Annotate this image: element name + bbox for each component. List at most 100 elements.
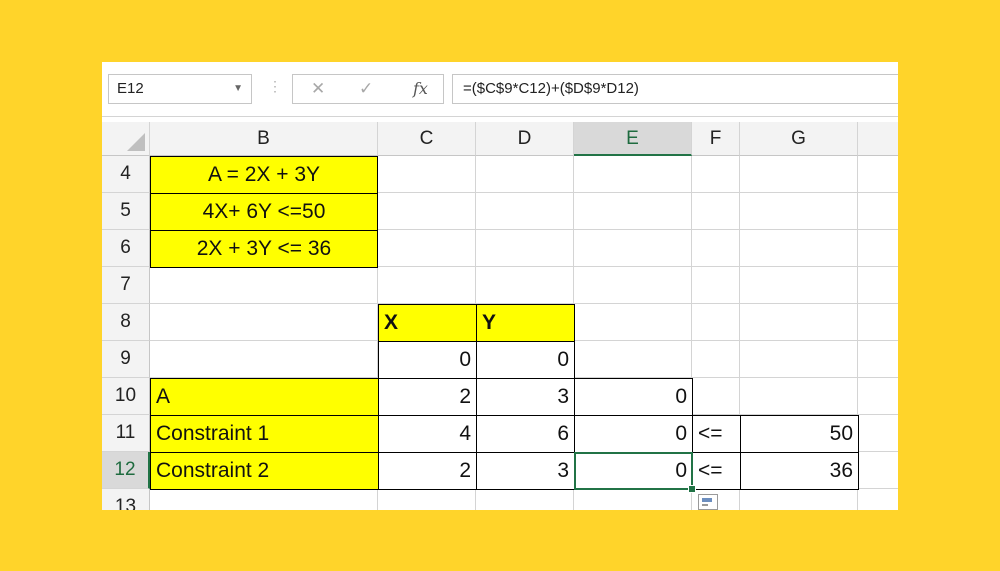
cell-d5[interactable] xyxy=(476,193,574,230)
cell-f5[interactable] xyxy=(692,193,740,230)
cell-d4[interactable] xyxy=(476,156,574,193)
cell-g6[interactable] xyxy=(740,230,858,267)
cell-b5[interactable]: 4X+ 6Y <=50 xyxy=(150,193,378,231)
cell-g4[interactable] xyxy=(740,156,858,193)
cell-f4[interactable] xyxy=(692,156,740,193)
cell-f7[interactable] xyxy=(692,267,740,304)
cell-e5[interactable] xyxy=(574,193,692,230)
cell-e7[interactable] xyxy=(574,267,692,304)
name-box-value: E12 xyxy=(117,80,144,97)
cell-c9[interactable]: 0 xyxy=(378,341,477,379)
cell-b6[interactable]: 2X + 3Y <= 36 xyxy=(150,230,378,268)
cell-b10[interactable]: A xyxy=(150,378,379,416)
cell-b4[interactable]: A = 2X + 3Y xyxy=(150,156,378,194)
cell-c10[interactable]: 2 xyxy=(378,378,477,416)
cell-d13[interactable] xyxy=(476,489,574,510)
cell-h5[interactable] xyxy=(858,193,898,230)
cell-h11[interactable] xyxy=(858,415,898,452)
check-icon[interactable]: ✓ xyxy=(359,75,373,103)
insert-function-icon[interactable]: fx xyxy=(413,75,428,103)
formula-buttons: ✕ ✓ fx xyxy=(292,74,444,104)
cell-b9[interactable] xyxy=(150,341,378,378)
cell-b11[interactable]: Constraint 1 xyxy=(150,415,379,453)
cell-e13[interactable] xyxy=(574,489,692,510)
cell-c4[interactable] xyxy=(378,156,476,193)
cell-c8[interactable]: X xyxy=(378,304,477,342)
cell-f10[interactable] xyxy=(692,378,740,415)
cell-b8[interactable] xyxy=(150,304,378,341)
cell-h4[interactable] xyxy=(858,156,898,193)
column-header-c[interactable]: C xyxy=(378,122,476,156)
cell-e10[interactable]: 0 xyxy=(574,378,693,416)
cell-g9[interactable] xyxy=(740,341,858,378)
chevron-down-icon[interactable]: ▼ xyxy=(233,75,243,103)
cell-h6[interactable] xyxy=(858,230,898,267)
formula-input[interactable]: =($C$9*C12)+($D$9*D12) xyxy=(452,74,898,104)
fill-handle[interactable] xyxy=(688,485,696,493)
cell-e11[interactable]: 0 xyxy=(574,415,693,453)
row-header-13[interactable]: 13 xyxy=(102,489,150,510)
column-header-h[interactable] xyxy=(858,122,898,156)
row-header-5[interactable]: 5 xyxy=(102,193,150,230)
column-header-g[interactable]: G xyxy=(740,122,858,156)
cell-h9[interactable] xyxy=(858,341,898,378)
spreadsheet-window: E12 ▼ ⋮ ✕ ✓ fx =($C$9*C12)+($D$9*D12) B … xyxy=(102,62,898,510)
row-header-9[interactable]: 9 xyxy=(102,341,150,378)
cell-b12[interactable]: Constraint 2 xyxy=(150,452,379,490)
cell-f12[interactable]: <= xyxy=(692,452,741,490)
cell-c6[interactable] xyxy=(378,230,476,267)
row-header-4[interactable]: 4 xyxy=(102,156,150,193)
cell-f6[interactable] xyxy=(692,230,740,267)
cell-c7[interactable] xyxy=(378,267,476,304)
cell-h12[interactable] xyxy=(858,452,898,489)
cell-h10[interactable] xyxy=(858,378,898,415)
cell-g10[interactable] xyxy=(740,378,858,415)
column-header-f[interactable]: F xyxy=(692,122,740,156)
row-header-7[interactable]: 7 xyxy=(102,267,150,304)
cell-f9[interactable] xyxy=(692,341,740,378)
quick-analysis-icon[interactable] xyxy=(698,494,718,510)
cell-g13[interactable] xyxy=(740,489,858,510)
cell-d12[interactable]: 3 xyxy=(476,452,575,490)
cell-f11[interactable]: <= xyxy=(692,415,741,453)
cell-h7[interactable] xyxy=(858,267,898,304)
cell-e12-selected[interactable]: 0 xyxy=(574,452,693,490)
row-header-10[interactable]: 10 xyxy=(102,378,150,415)
cell-g7[interactable] xyxy=(740,267,858,304)
cell-e9[interactable] xyxy=(574,341,692,378)
cell-c5[interactable] xyxy=(378,193,476,230)
cell-d10[interactable]: 3 xyxy=(476,378,575,416)
cell-b13[interactable] xyxy=(150,489,378,510)
cell-c11[interactable]: 4 xyxy=(378,415,477,453)
row-header-8[interactable]: 8 xyxy=(102,304,150,341)
cell-c12[interactable]: 2 xyxy=(378,452,477,490)
cell-c13[interactable] xyxy=(378,489,476,510)
cell-d6[interactable] xyxy=(476,230,574,267)
column-header-d[interactable]: D xyxy=(476,122,574,156)
cell-h8[interactable] xyxy=(858,304,898,341)
cell-f8[interactable] xyxy=(692,304,740,341)
cell-d9[interactable]: 0 xyxy=(476,341,575,379)
cell-b7[interactable] xyxy=(150,267,378,304)
cell-g8[interactable] xyxy=(740,304,858,341)
drag-handle-icon[interactable]: ⋮ xyxy=(268,78,282,95)
name-box[interactable]: E12 ▼ xyxy=(108,74,252,104)
column-header-b[interactable]: B xyxy=(150,122,378,156)
cell-d11[interactable]: 6 xyxy=(476,415,575,453)
row-header-12[interactable]: 12 xyxy=(102,452,150,489)
cell-h13[interactable] xyxy=(858,489,898,510)
cell-g11[interactable]: 50 xyxy=(740,415,859,453)
cell-e8[interactable] xyxy=(574,304,692,341)
cell-e4[interactable] xyxy=(574,156,692,193)
column-header-e[interactable]: E xyxy=(574,122,692,156)
cell-g5[interactable] xyxy=(740,193,858,230)
select-all-button[interactable] xyxy=(102,122,150,156)
cell-d7[interactable] xyxy=(476,267,574,304)
row-header-6[interactable]: 6 xyxy=(102,230,150,267)
cell-g12[interactable]: 36 xyxy=(740,452,859,490)
cell-e6[interactable] xyxy=(574,230,692,267)
cell-d8[interactable]: Y xyxy=(476,304,575,342)
formula-text: =($C$9*C12)+($D$9*D12) xyxy=(463,80,639,97)
close-icon[interactable]: ✕ xyxy=(311,75,325,103)
row-header-11[interactable]: 11 xyxy=(102,415,150,452)
